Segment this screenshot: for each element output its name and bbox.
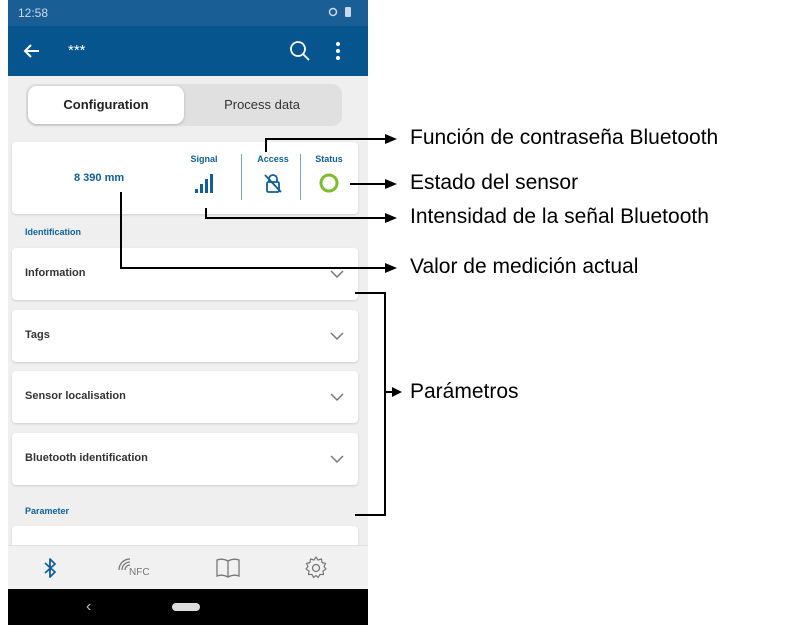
system-home-pill[interactable] xyxy=(172,603,200,611)
list-item-label: Bluetooth identification xyxy=(25,452,148,464)
indicator-divider xyxy=(300,154,301,200)
chevron-down-icon xyxy=(330,332,344,341)
nfc-icon[interactable]: NFC xyxy=(116,554,160,582)
signal-label: Signal xyxy=(190,154,218,164)
measurement-card: 8 390 mm Signal Access Status xyxy=(12,142,358,214)
phone-screen: 12:58 *** Configuration Process data 8 3… xyxy=(8,0,368,625)
annotation-signal-strength: Intensidad de la señal Bluetooth xyxy=(410,205,709,228)
search-icon[interactable] xyxy=(286,37,314,65)
arrowhead-status xyxy=(385,179,397,189)
status-icons xyxy=(328,6,354,21)
status-time: 12:58 xyxy=(18,6,49,20)
tab-switcher: Configuration Process data xyxy=(26,84,342,126)
list-item-label: Information xyxy=(25,267,86,279)
annotation-parameters: Parámetros xyxy=(410,380,519,403)
tab-process-data[interactable]: Process data xyxy=(184,86,340,124)
app-bar: *** xyxy=(8,26,368,76)
measurement-value: 8 390 mm xyxy=(74,172,125,184)
list-item-label: Sensor localisation xyxy=(25,390,126,402)
nfc-label: NFC xyxy=(129,567,150,578)
list-item-sensor-localisation[interactable]: Sensor localisation xyxy=(12,371,358,423)
list-item-information[interactable]: Information xyxy=(12,248,358,300)
arrowhead-parameters xyxy=(392,387,402,397)
section-title-parameter: Parameter xyxy=(25,506,70,516)
section-title-identification: Identification xyxy=(25,227,81,237)
chevron-down-icon xyxy=(330,455,344,464)
arrowhead-password xyxy=(385,134,397,144)
system-navigation-bar: ‹ xyxy=(8,589,368,625)
bottom-navigation: NFC xyxy=(8,545,368,589)
indicator-divider xyxy=(241,154,242,200)
annotation-password-function: Función de contraseña Bluetooth xyxy=(410,126,719,149)
status-label: Status xyxy=(315,154,343,164)
system-back-icon[interactable]: ‹ xyxy=(86,598,91,616)
annotation-current-value: Valor de medición actual xyxy=(410,255,639,278)
annotation-sensor-status: Estado del sensor xyxy=(410,171,579,194)
list-item-tags[interactable]: Tags xyxy=(12,310,358,362)
battery-icon xyxy=(328,7,351,17)
chevron-down-icon xyxy=(330,393,344,402)
bluetooth-icon[interactable] xyxy=(36,554,64,582)
page-title: *** xyxy=(68,42,86,59)
status-ring-icon xyxy=(307,172,351,194)
access-label: Access xyxy=(257,154,289,164)
tab-configuration[interactable]: Configuration xyxy=(28,86,184,124)
arrowhead-value xyxy=(385,263,397,273)
list-item-label: Tags xyxy=(25,329,50,341)
chevron-down-icon xyxy=(330,270,344,279)
book-icon[interactable] xyxy=(214,554,242,582)
lock-crossed-icon xyxy=(251,172,295,194)
settings-gear-icon[interactable] xyxy=(302,554,330,582)
signal-bars-icon xyxy=(182,172,226,194)
more-vertical-icon[interactable] xyxy=(330,37,346,65)
arrowhead-signal xyxy=(385,213,397,223)
list-item-bluetooth-identification[interactable]: Bluetooth identification xyxy=(12,433,358,485)
status-bar: 12:58 xyxy=(8,0,368,26)
arrow-left-icon[interactable] xyxy=(22,36,52,66)
